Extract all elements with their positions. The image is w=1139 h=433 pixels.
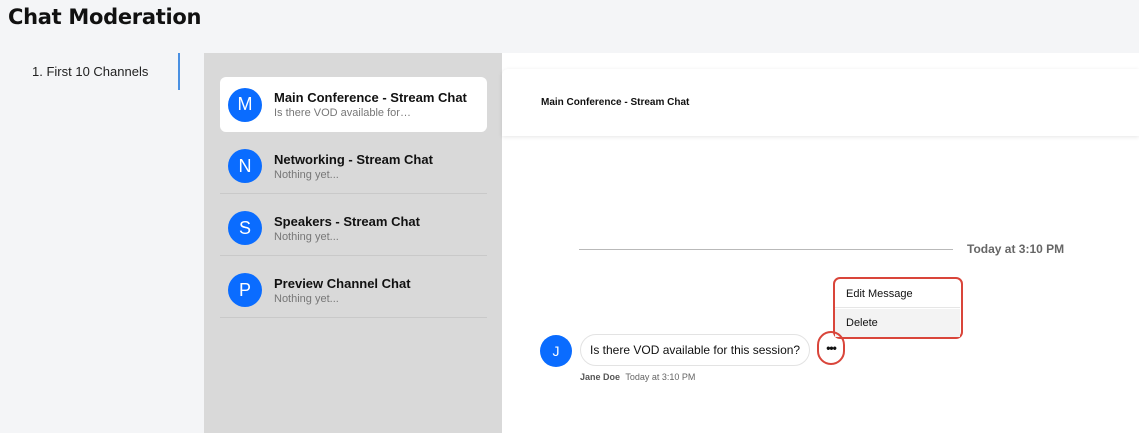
avatar: N: [228, 149, 262, 183]
channel-name: Preview Channel Chat: [274, 275, 411, 291]
delete-menu-item[interactable]: Delete: [835, 309, 960, 337]
message-bubble: Is there VOD available for this session?: [580, 334, 811, 366]
avatar: M: [228, 87, 262, 122]
message-options-button[interactable]: •••: [817, 331, 845, 365]
nav-item-first-10-channels[interactable]: 1. First 10 Channels: [32, 64, 148, 79]
channel-item-preview[interactable]: P Preview Channel Chat Nothing yet...: [220, 263, 487, 318]
chat-header-title: Main Conference - Stream Chat: [541, 97, 690, 108]
channel-name: Speakers - Stream Chat: [274, 213, 420, 229]
page-title: Chat Moderation: [8, 5, 202, 29]
channel-item-networking[interactable]: N Networking - Stream Chat Nothing yet..…: [220, 139, 487, 194]
channel-preview: Nothing yet...: [274, 230, 339, 243]
nav-active-indicator: [178, 53, 180, 90]
date-separator-line: [579, 249, 953, 250]
channel-list: M Main Conference - Stream Chat Is there…: [204, 53, 502, 433]
message-actions-menu: Edit Message Delete: [833, 277, 963, 339]
more-options-icon: •••: [826, 341, 837, 355]
avatar: S: [228, 211, 262, 245]
message-timestamp: Today at 3:10 PM: [625, 372, 696, 382]
channel-preview: Is there VOD available for…: [274, 107, 411, 119]
channel-name: Networking - Stream Chat: [274, 151, 433, 167]
channel-preview: Nothing yet...: [274, 168, 339, 181]
chat-header: Main Conference - Stream Chat: [502, 69, 1139, 136]
date-separator-label: Today at 3:10 PM: [967, 242, 1065, 256]
channel-item-main-conference[interactable]: M Main Conference - Stream Chat Is there…: [220, 77, 487, 132]
channel-item-speakers[interactable]: S Speakers - Stream Chat Nothing yet...: [220, 201, 487, 256]
message-meta: Jane Doe Today at 3:10 PM: [580, 372, 695, 382]
avatar: P: [228, 273, 262, 307]
edit-message-menu-item[interactable]: Edit Message: [835, 280, 960, 308]
channel-preview: Nothing yet...: [274, 292, 339, 305]
channel-name: Main Conference - Stream Chat: [274, 90, 467, 105]
message-author: Jane Doe: [580, 372, 621, 382]
chat-area: Main Conference - Stream Chat Today at 3…: [502, 53, 1139, 433]
left-nav: 1. First 10 Channels: [0, 53, 204, 433]
avatar: J: [540, 335, 572, 367]
